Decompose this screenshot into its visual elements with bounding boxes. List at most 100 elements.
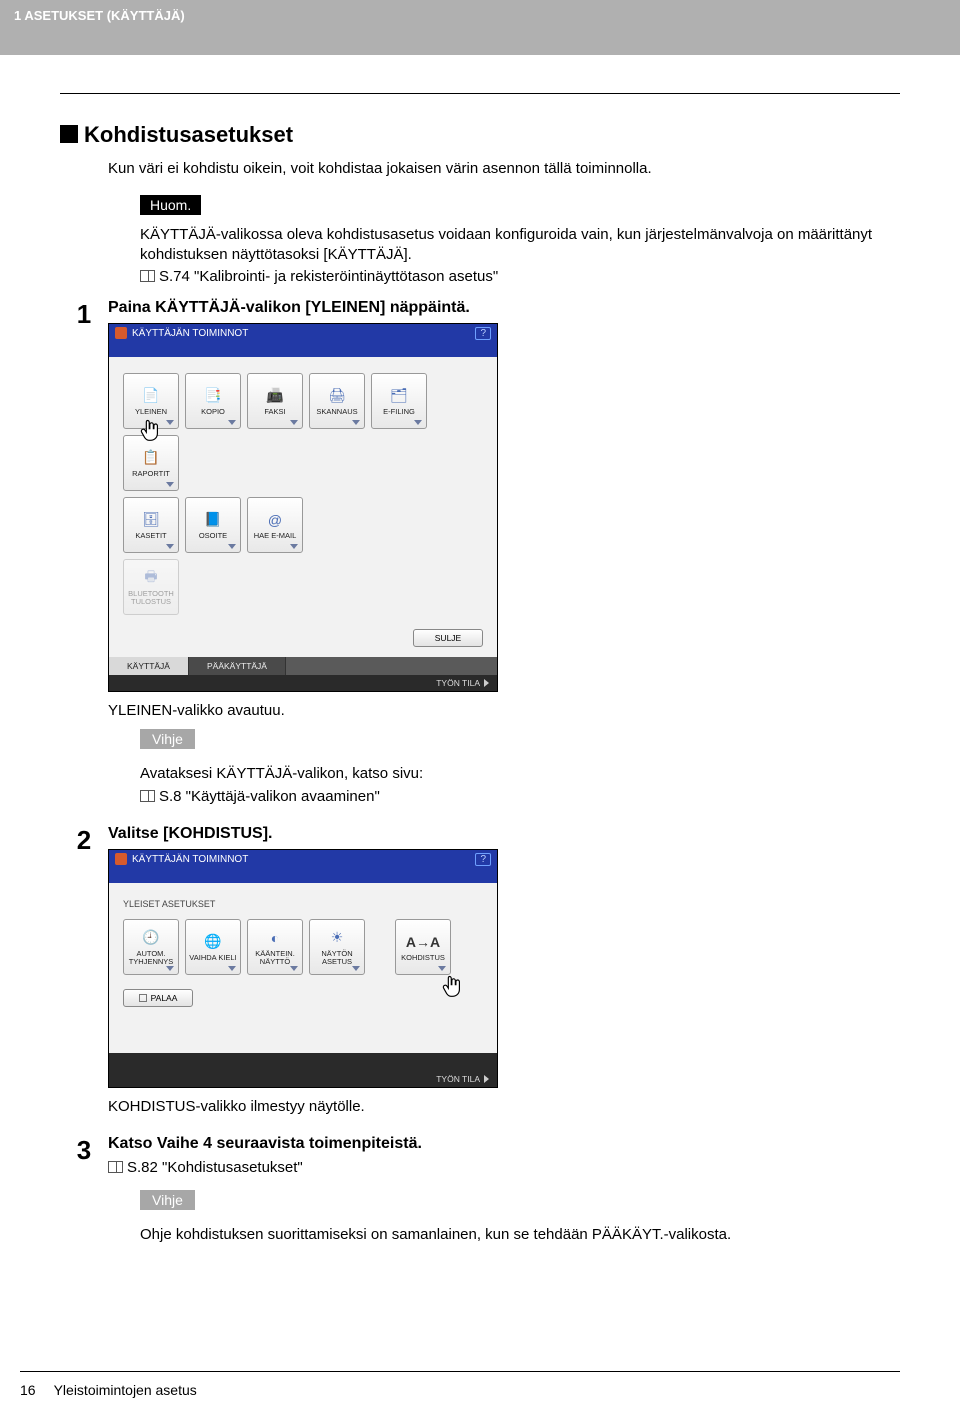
tip-badge: Vihje [140, 729, 195, 749]
top-rule [60, 93, 900, 94]
help-button[interactable]: ? [475, 327, 491, 340]
lbl: KÄÄNTEIN. NÄYTTÖ [248, 950, 302, 966]
registration-icon: A→A [412, 932, 434, 952]
timer-icon: 🕘 [140, 928, 162, 948]
btn-yleinen[interactable]: 📄YLEINEN [123, 373, 179, 429]
lbl: AUTOM. TYHJENNYS [124, 950, 178, 966]
addressbook-icon: 📘 [202, 510, 224, 530]
tip1-ref-text: S.8 "Käyttäjä-valikon avaaminen" [159, 788, 380, 805]
lbl: KOHDISTUS [399, 954, 447, 962]
lbl: RAPORTIT [130, 470, 172, 478]
reference-line-1: S.74 "Kalibrointi- ja rekisteröintinäytt… [140, 268, 900, 285]
chevron-down-icon [228, 544, 236, 549]
tab-bar: KÄYTTÄJÄ PÄÄKÄYTTÄJÄ [109, 657, 497, 675]
chevron-down-icon [290, 420, 298, 425]
note-badge: Huom. [140, 195, 201, 215]
chevron-down-icon [352, 966, 360, 971]
status-bar: TYÖN TILA [109, 675, 497, 691]
chevron-down-icon [166, 482, 174, 487]
btn-reverse[interactable]: ◐KÄÄNTEIN. NÄYTTÖ [247, 919, 303, 975]
btn-osoite[interactable]: 📘 OSOITE [185, 497, 241, 553]
step-number: 3 [60, 1135, 108, 1163]
chapter-header: 1 ASETUKSET (KÄYTTÄJÄ) [0, 0, 960, 55]
back-arrow-icon [139, 994, 147, 1002]
chevron-down-icon [414, 420, 422, 425]
file-icon: 🗂 [388, 386, 410, 406]
btn-autoclear[interactable]: 🕘 AUTOM. TYHJENNYS [123, 919, 179, 975]
tip2-body: Ohje kohdistuksen suorittamiseksi on sam… [140, 1226, 900, 1243]
note-body: KÄYTTÄJÄ-valikossa oleva kohdistusasetus… [140, 225, 900, 266]
book-icon [108, 1161, 123, 1173]
lbl: KASETIT [133, 532, 168, 540]
btn-hae-email[interactable]: @HAE E-MAIL [247, 497, 303, 553]
chevron-right-icon [484, 679, 489, 687]
square-bullet-icon [60, 125, 78, 143]
chevron-down-icon [228, 966, 236, 971]
chevron-down-icon [228, 420, 236, 425]
bluetooth-icon: 🖶 [140, 568, 162, 588]
titlebar-text: KÄYTTÄJÄN TOIMINNOT [132, 854, 248, 865]
screenshot-1: KÄYTTÄJÄN TOIMINNOT ? 📄YLEINEN 📑KOPIO 📠F… [108, 323, 498, 692]
btn-language[interactable]: 🌐 VAIHDA KIELI [185, 919, 241, 975]
help-button[interactable]: ? [475, 853, 491, 866]
tip1-line1: Avataksesi KÄYTTÄJÄ-valikon, katso sivu: [140, 765, 900, 782]
chevron-down-icon [438, 966, 446, 971]
shot-titlebar: KÄYTTÄJÄN TOIMINNOT ? [109, 324, 497, 343]
btn-efiling[interactable]: 🗂E-FILING [371, 373, 427, 429]
section-title-text: Kohdistusasetukset [84, 122, 293, 147]
btn-kopio[interactable]: 📑KOPIO [185, 373, 241, 429]
back-label: PALAA [151, 993, 178, 1003]
blue-strip [109, 869, 497, 883]
ref3-text: S.82 "Kohdistusasetukset" [127, 1159, 303, 1176]
chevron-down-icon [290, 966, 298, 971]
tab-admin[interactable]: PÄÄKÄYTTÄJÄ [189, 657, 286, 675]
ref3-line: S.82 "Kohdistusasetukset" [108, 1159, 900, 1176]
lbl: YLEINEN [133, 408, 169, 416]
app-icon [115, 853, 127, 865]
chevron-down-icon [290, 544, 298, 549]
btn-bluetooth: 🖶 BLUETOOTH TULOSTUS [123, 559, 179, 615]
report-icon: 📋 [140, 448, 162, 468]
app-icon [115, 327, 127, 339]
shot-titlebar: KÄYTTÄJÄN TOIMINNOT ? [109, 850, 497, 869]
chevron-right-icon [484, 1075, 489, 1083]
copy-icon: 📑 [202, 386, 224, 406]
btn-raportit[interactable]: 📋 RAPORTIT [123, 435, 179, 491]
tab-spacer [286, 657, 497, 675]
btn-faksi[interactable]: 📠FAKSI [247, 373, 303, 429]
step-3-title: Katso Vaihe 4 seuraavista toimenpiteistä… [108, 1135, 900, 1153]
lbl: OSOITE [197, 532, 229, 540]
btn-kasetit[interactable]: 🗄KASETIT [123, 497, 179, 553]
section-title: Kohdistusasetukset [60, 122, 900, 148]
chapter-label: 1 ASETUKSET (KÄYTTÄJÄ) [14, 8, 185, 23]
globe-icon: 🌐 [202, 932, 224, 952]
button-grid-row2: 🗄KASETIT 📘 OSOITE @HAE E-MAIL 🖶 BLUETOOTH … [123, 497, 483, 615]
status-bar: TYÖN TILA [109, 1071, 497, 1087]
footer-rule [20, 1371, 900, 1372]
tip-badge: Vihje [140, 1190, 195, 1210]
close-button[interactable]: SULJE [413, 629, 483, 647]
email-icon: @ [264, 510, 286, 530]
chevron-down-icon [352, 420, 360, 425]
blue-strip [109, 343, 497, 357]
lbl: VAIHDA KIELI [187, 954, 238, 962]
btn-kohdistus[interactable]: A→A KOHDISTUS [395, 919, 451, 975]
job-status-label: TYÖN TILA [436, 1074, 480, 1084]
lbl: SKANNAUS [314, 408, 359, 416]
ref1-text: S.74 "Kalibrointi- ja rekisteröintinäytt… [159, 268, 498, 285]
btn-display[interactable]: ☀NÄYTÖN ASETUS [309, 919, 365, 975]
tab-user[interactable]: KÄYTTÄJÄ [109, 657, 189, 675]
after-shot2-text: KOHDISTUS-valikko ilmestyy näytölle. [108, 1098, 900, 1115]
tip1-ref: S.8 "Käyttäjä-valikon avaaminen" [140, 788, 900, 805]
lbl: FAKSI [262, 408, 287, 416]
step-2-title: Valitse [KOHDISTUS]. [108, 825, 900, 843]
tab-bar-empty [109, 1053, 497, 1071]
lbl: NÄYTÖN ASETUS [310, 950, 364, 966]
screenshot-2: KÄYTTÄJÄN TOIMINNOT ? YLEISET ASETUKSET … [108, 849, 498, 1088]
btn-skannaus[interactable]: 🖨SKANNAUS [309, 373, 365, 429]
lbl: BLUETOOTH TULOSTUS [124, 590, 178, 606]
page-footer: 16 Yleistoimintojen asetus [20, 1371, 900, 1398]
back-button[interactable]: PALAA [123, 989, 193, 1007]
chevron-down-icon [166, 420, 174, 425]
page-number: 16 [20, 1382, 36, 1398]
